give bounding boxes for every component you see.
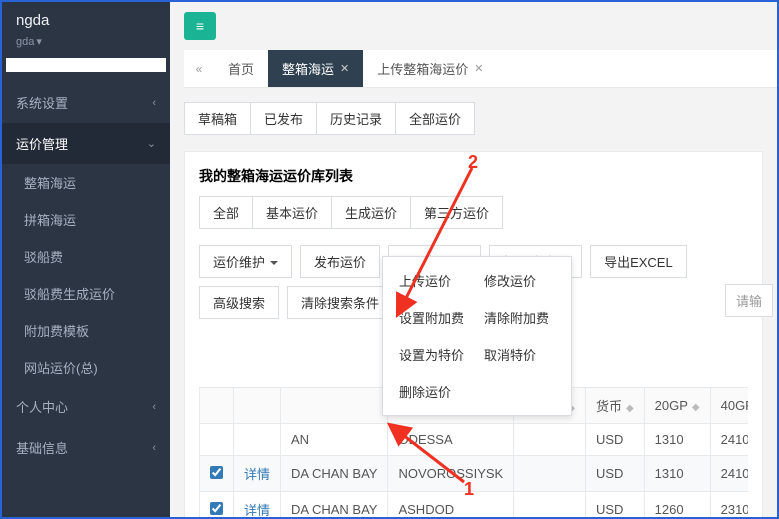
cell-curr: USD xyxy=(585,492,644,518)
cell-dest: ASHDOD xyxy=(388,492,514,518)
hamburger-button[interactable]: ≡ xyxy=(184,12,216,40)
nav-label: 个人中心 xyxy=(16,397,68,416)
subnav-lcl[interactable]: 拼箱海运 xyxy=(2,201,170,238)
status-draft-button[interactable]: 草稿箱 xyxy=(184,102,251,135)
brand-subtitle[interactable]: gda▾ xyxy=(2,35,170,54)
subnav-surcharge-template[interactable]: 附加费模板 xyxy=(2,312,170,349)
status-all-button[interactable]: 全部运价 xyxy=(396,102,475,135)
cell-curr: USD xyxy=(585,456,644,492)
cell-trans xyxy=(514,492,586,518)
cell-trans xyxy=(514,424,586,456)
sort-icon: ◆ xyxy=(626,403,634,414)
detail-link[interactable]: 详情 xyxy=(244,467,270,482)
chevron-down-icon: ⌄ xyxy=(147,137,156,150)
sidebar: ngda gda▾ 系统设置 ‹ 运价管理 ⌄ 整箱海运 拼箱海运 驳船费 驳船… xyxy=(2,2,170,517)
tab-strip: « 首页 整箱海运 ✕ 上传整箱海运价 ✕ xyxy=(184,50,777,88)
dd-clear-surcharge[interactable]: 清除附加费 xyxy=(484,308,555,327)
tab-home[interactable]: 首页 xyxy=(214,50,268,87)
tab-label: 上传整箱海运价 xyxy=(377,59,468,78)
cell-origin: DA CHAN BAY xyxy=(281,492,388,518)
subnav-barge-gen[interactable]: 驳船费生成运价 xyxy=(2,275,170,312)
search-placeholder-bar[interactable] xyxy=(6,58,166,72)
tabs-back-button[interactable]: « xyxy=(184,62,214,76)
chevron-left-icon: ‹ xyxy=(152,401,156,413)
tab-fcl[interactable]: 整箱海运 ✕ xyxy=(268,50,363,87)
annotation-one: 1 xyxy=(464,479,474,500)
cell-origin: DA CHAN BAY xyxy=(281,456,388,492)
chevron-left-icon: ‹ xyxy=(152,97,156,109)
nav-base-info[interactable]: 基础信息 ‹ xyxy=(2,427,170,468)
nav-label: 基础信息 xyxy=(16,438,68,457)
sort-icon: ◆ xyxy=(692,402,700,413)
th-20gp[interactable]: 20GP◆ xyxy=(644,388,710,424)
detail-link[interactable]: 详情 xyxy=(244,503,270,517)
annotation-arrow-two xyxy=(382,162,492,322)
nav-price-management[interactable]: 运价管理 ⌄ xyxy=(2,123,170,164)
search-input-stub[interactable]: 请输 xyxy=(725,284,773,317)
cell-40gp: 2410 xyxy=(710,456,748,492)
dd-modify-price[interactable]: 修改运价 xyxy=(484,271,555,290)
tool-export-button[interactable]: 导出EXCEL xyxy=(590,245,687,278)
status-published-button[interactable]: 已发布 xyxy=(251,102,317,135)
cell-curr: USD xyxy=(585,424,644,456)
cell-20gp: 1310 xyxy=(644,424,710,456)
subnav-fcl[interactable]: 整箱海运 xyxy=(2,164,170,201)
row-checkbox[interactable] xyxy=(210,502,223,515)
th-curr[interactable]: 货币◆ xyxy=(585,388,644,424)
chevron-left-icon: ‹ xyxy=(152,442,156,454)
cell-40gp: 2310 xyxy=(710,492,748,518)
cell-origin: AN xyxy=(281,424,388,456)
double-chevron-left-icon: « xyxy=(196,62,203,76)
caret-down-icon: ▾ xyxy=(36,36,42,48)
th-40gp[interactable]: 40GP◆ xyxy=(710,388,748,424)
tab-label: 整箱海运 xyxy=(282,59,334,78)
nav-system-settings[interactable]: 系统设置 ‹ xyxy=(2,82,170,123)
nav-label: 系统设置 xyxy=(16,93,68,112)
topbar: ≡ « 首页 整箱海运 ✕ 上传整箱海运价 ✕ xyxy=(170,2,777,88)
dd-set-special[interactable]: 设置为特价 xyxy=(399,345,470,364)
nav-label: 运价管理 xyxy=(16,134,68,153)
tool-publish-button[interactable]: 发布运价 xyxy=(300,245,380,278)
brand-sub-text: gda xyxy=(16,36,34,48)
annotation-two: 2 xyxy=(468,152,478,173)
tab-label: 首页 xyxy=(228,59,254,78)
tool-maintain-dropdown[interactable]: 运价维护 xyxy=(199,245,292,278)
cell-trans xyxy=(514,456,586,492)
row-checkbox[interactable] xyxy=(210,466,223,479)
subnav-web-price[interactable]: 网站运价(总) xyxy=(2,349,170,386)
tool-clear-search-button[interactable]: 清除搜索条件 xyxy=(287,286,393,319)
status-filter-row: 草稿箱 已发布 历史记录 全部运价 xyxy=(184,102,763,135)
menu-icon: ≡ xyxy=(196,18,204,34)
subnav-barge-fee[interactable]: 驳船费 xyxy=(2,238,170,275)
status-history-button[interactable]: 历史记录 xyxy=(317,102,396,135)
cell-40gp: 2410 xyxy=(710,424,748,456)
dd-delete-price[interactable]: 删除运价 xyxy=(399,382,555,401)
tab-upload-fcl[interactable]: 上传整箱海运价 ✕ xyxy=(363,50,497,87)
cell-20gp: 1310 xyxy=(644,456,710,492)
close-icon[interactable]: ✕ xyxy=(340,62,349,75)
dd-cancel-special[interactable]: 取消特价 xyxy=(484,345,555,364)
filter-all-button[interactable]: 全部 xyxy=(199,196,253,229)
brand-title: ngda xyxy=(2,2,170,35)
close-icon[interactable]: ✕ xyxy=(474,62,483,75)
cell-20gp: 1260 xyxy=(644,492,710,518)
tool-adv-search-button[interactable]: 高级搜索 xyxy=(199,286,279,319)
filter-basic-button[interactable]: 基本运价 xyxy=(253,196,332,229)
nav-personal-center[interactable]: 个人中心 ‹ xyxy=(2,386,170,427)
